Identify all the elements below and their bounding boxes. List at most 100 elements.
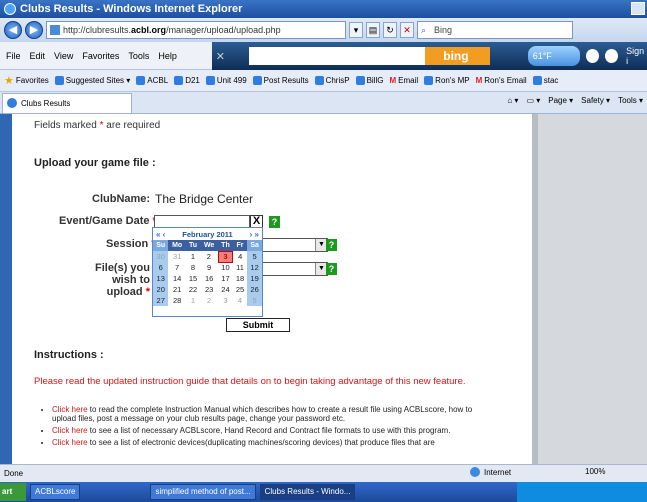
- back-button[interactable]: ◀: [4, 21, 22, 39]
- calendar-day[interactable]: 23: [200, 284, 218, 295]
- fav-post-results[interactable]: Post Results: [252, 76, 309, 85]
- calendar-day[interactable]: 26: [247, 284, 262, 295]
- cmd-page[interactable]: Page ▾: [548, 96, 573, 105]
- fav-acbl[interactable]: ACBL: [136, 76, 168, 85]
- calendar-day[interactable]: 19: [247, 273, 262, 284]
- sign-in-link[interactable]: Sign i: [626, 46, 647, 66]
- fav-d21[interactable]: D21: [174, 76, 200, 85]
- calendar-day[interactable]: 12: [247, 262, 262, 273]
- fav-stac[interactable]: stac: [532, 76, 558, 85]
- calendar-day[interactable]: 20: [153, 284, 169, 295]
- minimize-button[interactable]: [631, 2, 645, 15]
- status-text: Done: [4, 469, 24, 478]
- scrollbar[interactable]: [532, 114, 538, 464]
- calendar-day[interactable]: 30: [153, 251, 169, 262]
- calendar-day[interactable]: 2: [200, 295, 218, 306]
- tab-clubs-results[interactable]: Clubs Results: [2, 92, 132, 113]
- manual-link[interactable]: Click here: [52, 405, 88, 414]
- fav-unit-499[interactable]: Unit 499: [205, 76, 247, 85]
- calendar-day[interactable]: 1: [186, 295, 200, 306]
- calendar-day[interactable]: 7: [168, 262, 185, 273]
- calendar-day[interactable]: 18: [233, 273, 247, 284]
- calendar-day[interactable]: 4: [233, 251, 247, 262]
- calendar-day[interactable]: 11: [233, 262, 247, 273]
- date-help-icon[interactable]: ?: [269, 216, 280, 228]
- file-help-icon[interactable]: ?: [326, 263, 337, 275]
- address-input[interactable]: http://clubresults. acbl.org/manager/uplo…: [46, 21, 346, 39]
- calendar-day[interactable]: 25: [233, 284, 247, 295]
- taskbar-clubs-results[interactable]: Clubs Results - Windo...: [259, 484, 356, 500]
- calendar-day[interactable]: 31: [168, 251, 185, 262]
- calendar-day[interactable]: 14: [168, 273, 185, 284]
- menu-favorites[interactable]: Favorites: [82, 51, 119, 61]
- close-toolbar-icon[interactable]: ✕: [212, 50, 229, 63]
- calendar-day[interactable]: 9: [200, 262, 218, 273]
- formats-link[interactable]: Click here: [52, 426, 88, 435]
- calendar-day[interactable]: 24: [218, 284, 233, 295]
- home-icon[interactable]: ⌂ ▾: [507, 96, 518, 105]
- weekday-header: Mo: [168, 240, 186, 251]
- list-item: Click here to read the complete Instruct…: [52, 405, 497, 423]
- settings-icon[interactable]: [586, 49, 600, 63]
- star-icon: ★: [4, 75, 14, 87]
- calendar-day[interactable]: 5: [247, 295, 262, 306]
- start-button[interactable]: art: [0, 483, 26, 501]
- next-month-button[interactable]: › »: [250, 230, 259, 239]
- dropdown-arrow-icon[interactable]: ▾: [349, 22, 363, 38]
- messenger-icon[interactable]: [605, 49, 619, 63]
- search-input[interactable]: Bing: [417, 21, 573, 39]
- menu-edit[interactable]: Edit: [30, 51, 46, 61]
- security-zone[interactable]: Internet: [470, 467, 511, 477]
- cmd-safety[interactable]: Safety ▾: [581, 96, 610, 105]
- print-icon[interactable]: ▭ ▾: [526, 96, 540, 105]
- menu-file[interactable]: File: [6, 51, 21, 61]
- calendar-day[interactable]: 21: [168, 284, 185, 295]
- url-path: /manager/upload/upload.php: [166, 25, 281, 35]
- devices-link[interactable]: Click here: [52, 438, 88, 447]
- club-label: ClubName:: [92, 193, 151, 205]
- calendar-day[interactable]: 13: [153, 273, 169, 284]
- calendar-day[interactable]: 16: [200, 273, 218, 284]
- calendar-day[interactable]: 5: [247, 251, 262, 262]
- site-icon: [314, 76, 324, 85]
- calendar-day-today[interactable]: 3: [217, 250, 234, 263]
- calendar-month: February 2011: [182, 229, 233, 239]
- taskbar-acblscore[interactable]: ACBLscore: [30, 484, 81, 500]
- taskbar-simplified-method[interactable]: simplified method of post...: [150, 484, 256, 500]
- calendar-day[interactable]: 8: [186, 262, 200, 273]
- stop-icon[interactable]: ✕: [400, 22, 414, 38]
- calendar-day[interactable]: 4: [233, 295, 247, 306]
- fav-email[interactable]: M Email: [389, 76, 418, 85]
- url-prefix: http://clubresults.: [63, 25, 132, 35]
- submit-button[interactable]: Submit: [226, 318, 290, 332]
- bing-logo[interactable]: bing: [425, 47, 490, 65]
- fav-rons-mp[interactable]: Ron's MP: [424, 76, 470, 85]
- favorites-button[interactable]: ★ Favorites: [4, 74, 49, 87]
- session-help-icon[interactable]: ?: [326, 239, 337, 251]
- fav-billg[interactable]: BillG: [355, 76, 383, 85]
- compat-view-icon[interactable]: ▤: [366, 22, 380, 38]
- calendar-day[interactable]: 15: [186, 273, 200, 284]
- calendar-day[interactable]: 1: [186, 251, 200, 262]
- bing-search-input[interactable]: [248, 47, 426, 65]
- zoom-level[interactable]: 100%: [585, 467, 605, 476]
- calendar-day[interactable]: 10: [218, 262, 233, 273]
- calendar-day[interactable]: 6: [153, 262, 169, 273]
- cmd-tools[interactable]: Tools ▾: [618, 96, 643, 105]
- menu-tools[interactable]: Tools: [128, 51, 149, 61]
- calendar-day[interactable]: 28: [168, 295, 185, 306]
- refresh-icon[interactable]: ↻: [383, 22, 397, 38]
- fav-chrisp[interactable]: ChrisP: [314, 76, 350, 85]
- calendar-day[interactable]: 17: [218, 273, 233, 284]
- forward-button[interactable]: ▶: [25, 21, 43, 39]
- calendar-day[interactable]: 27: [153, 295, 169, 306]
- calendar-day[interactable]: 3: [218, 295, 233, 306]
- fav-rons-email[interactable]: M Ron's Email: [476, 76, 527, 85]
- prev-month-button[interactable]: « ‹: [156, 230, 165, 239]
- menu-view[interactable]: View: [54, 51, 73, 61]
- menu-help[interactable]: Help: [158, 51, 177, 61]
- weather-widget[interactable]: 61°F: [527, 46, 581, 66]
- calendar-day[interactable]: 22: [186, 284, 200, 295]
- fav-suggested-sites[interactable]: Suggested Sites ▾: [54, 76, 130, 85]
- calendar-day[interactable]: 2: [200, 251, 218, 262]
